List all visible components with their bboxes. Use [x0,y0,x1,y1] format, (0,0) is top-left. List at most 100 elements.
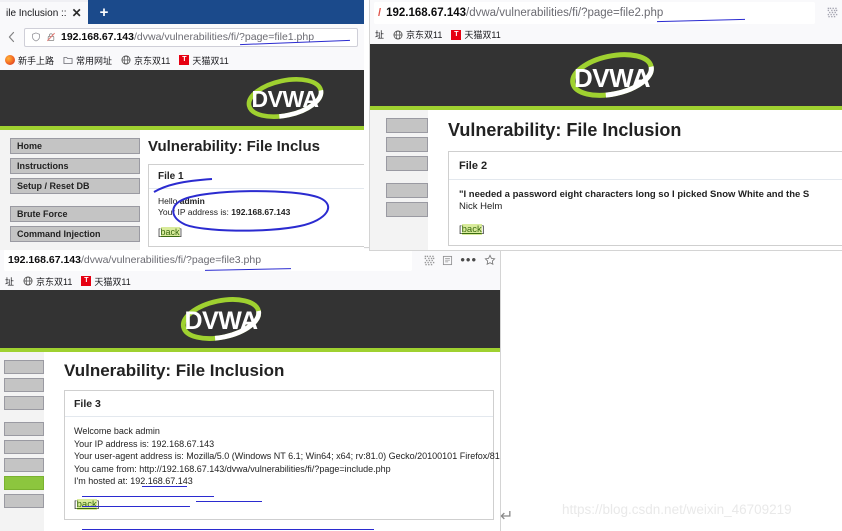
sidebar-item-setup[interactable]: Setup / Reset DB [10,178,140,194]
url-actions-2[interactable] [821,7,838,18]
result-panel-2: File 2 "I needed a password eight charac… [448,151,842,246]
bookmark-label: 天猫双11 [464,30,501,40]
sidebar-item-label: Command Injection [17,229,101,239]
panel-line: Hello admin [158,196,205,206]
bookmark-item[interactable]: 京东双11 [121,54,170,67]
folder-icon [63,57,73,64]
browser-window-2[interactable]: / 192.168.67.143/dvwa/vulnerabilities/fi… [370,0,842,250]
bookmark-item[interactable]: 址 [375,28,384,41]
sidebar-item-instructions[interactable] [4,378,44,392]
back-bracket-close: ] [179,227,183,237]
panel-heading-1: File 1 [149,165,364,189]
dvwa-body-3: Vulnerability: File Inclusion File 3 Wel… [0,352,500,531]
sidebar-item-home[interactable]: Home [10,138,140,154]
newtab-area[interactable]: + [87,0,364,24]
navbar-1[interactable]: 192.168.67.143/dvwa/vulnerabilities/fi/?… [0,24,364,50]
firefox-icon [5,55,15,65]
bookmarks-bar-3[interactable]: 址 京东双11 T 天猫双11 [0,272,500,290]
sidebar-item-instructions[interactable] [386,137,428,152]
bookmark-item[interactable]: T 天猫双11 [451,28,501,41]
sidebar-item-label: Setup / Reset DB [17,181,90,191]
dvwa-body-2: n Vulnerability: File Inclusion File 2 "… [370,110,842,250]
screenshot-stage: 192.168.67.143/dvwa/vulnerabilities/fi/?… [0,0,842,531]
tab-file-inclusion[interactable]: ile Inclusion :: ✕ [0,2,88,24]
back-link-1[interactable]: back [160,227,180,237]
bookmarks-bar-2[interactable]: 址 京东双11 T 天猫双11 [370,25,842,44]
bookmark-item[interactable]: 京东双11 [23,275,72,288]
sidebar-item-file-inclusion[interactable] [4,476,44,490]
sidebar-item-command-injection[interactable] [4,440,44,454]
bookmark-item[interactable]: 京东双11 [393,28,442,41]
sidebar-item-brute-force[interactable] [386,183,428,198]
sidebar-item-instructions[interactable]: Instructions [10,158,140,174]
ip-value: 192.168.67.143 [231,207,291,217]
plus-icon[interactable]: + [100,5,109,20]
sidebar-item-setup[interactable] [386,156,428,171]
navbar-2[interactable]: / 192.168.67.143/dvwa/vulnerabilities/fi… [370,0,842,25]
panel-heading-2: File 2 [449,152,842,180]
bookmark-item[interactable]: T 天猫双11 [179,54,229,67]
url-bar-1[interactable]: 192.168.67.143/dvwa/vulnerabilities/fi/?… [24,27,358,47]
sidebar-item-csrf[interactable] [4,458,44,472]
url-bar-3[interactable]: 192.168.67.143/dvwa/vulnerabilities/fi/?… [4,249,413,271]
url-text-3: 192.168.67.143/dvwa/vulnerabilities/fi/?… [8,254,261,266]
sidebar-item-command-injection[interactable]: Command Injection [10,226,140,242]
result-panel-3: File 3 Welcome back admin Your IP addres… [64,390,500,520]
sidebar-2[interactable]: n [370,110,428,250]
back-link-3[interactable]: back [76,498,97,510]
panel-line: Nick Helm [459,201,503,212]
browser-window-3[interactable]: 192.168.67.143/dvwa/vulnerabilities/fi/?… [0,248,500,531]
sidebar-item-setup[interactable] [4,396,44,410]
tmall-icon: T [81,276,92,286]
sidebar-item-file-upload[interactable] [4,494,44,508]
back-arrow-icon[interactable] [6,31,18,43]
star-icon[interactable] [484,254,496,266]
bookmark-item[interactable]: 址 [5,275,14,288]
bookmark-item[interactable]: 新手上路 [5,54,54,67]
dvwa-logo-1: DVWA [230,76,340,120]
shield-icon[interactable] [31,32,41,42]
close-icon[interactable]: ✕ [72,7,82,19]
bookmark-label: 常用网址 [76,55,113,66]
tabstrip-1[interactable]: ile Inclusion :: ✕ + [0,0,364,24]
enter-symbol-3: ↵ [500,508,514,525]
sidebar-1[interactable]: Home Instructions Setup / Reset DB Brute… [0,130,140,250]
panel-body-3: Welcome back admin Your IP address is: 1… [65,417,500,519]
insecure-marker-2: / [378,6,382,19]
url-actions-3[interactable]: ••• [418,253,496,266]
qr-code-icon[interactable] [827,7,838,18]
bookmarks-bar-1[interactable]: 新手上路 常用网址 京东双11 T 天猫双11 [0,50,364,70]
content-3: Vulnerability: File Inclusion File 3 Wel… [44,352,500,531]
back-link-2[interactable]: back [461,224,482,235]
bookmark-label: 址 [375,30,385,40]
dvwa-logo-2: DVWA [550,51,674,99]
sidebar-item-command-injection[interactable]: n [386,202,428,217]
crossed-lock-icon[interactable] [46,32,56,42]
sidebar-item-home[interactable] [386,118,428,133]
bookmark-label: 天猫双11 [94,276,131,287]
dvwa-logo-text-3: DVWA [184,307,259,335]
url-text-2: 192.168.67.143/dvwa/vulnerabilities/fi/?… [386,7,663,19]
reader-view-icon[interactable] [442,255,453,266]
bookmark-item[interactable]: T 天猫双11 [81,275,131,288]
sidebar-item-home[interactable] [4,360,44,374]
sidebar-item-label: Brute Force [17,209,68,219]
page-title-3: Vulnerability: File Inclusion [64,361,285,380]
browser-window-1[interactable]: ile Inclusion :: ✕ + 192.168.67.143/dvwa… [0,0,364,250]
ellipsis-icon[interactable]: ••• [460,253,477,266]
bookmark-item[interactable]: 常用网址 [63,54,112,67]
url-bar-2[interactable]: / 192.168.67.143/dvwa/vulnerabilities/fi… [374,1,815,24]
bookmark-label: 京东双11 [406,30,443,40]
bookmark-label: 京东双11 [134,55,171,66]
panel-body-2: "I needed a password eight characters lo… [449,180,842,245]
sidebar-item-brute-force[interactable]: Brute Force [10,206,140,222]
qr-code-icon[interactable] [424,255,435,266]
panel-line: Your user-agent address is: Mozilla/5.0 … [74,451,500,461]
sidebar-item-brute-force[interactable] [4,422,44,436]
url-host-2: 192.168.67.143 [386,6,467,19]
sidebar-3[interactable] [0,352,44,531]
panel-line: Your IP address is: 192.168.67.143 [74,438,215,449]
tmall-icon: T [451,29,462,40]
